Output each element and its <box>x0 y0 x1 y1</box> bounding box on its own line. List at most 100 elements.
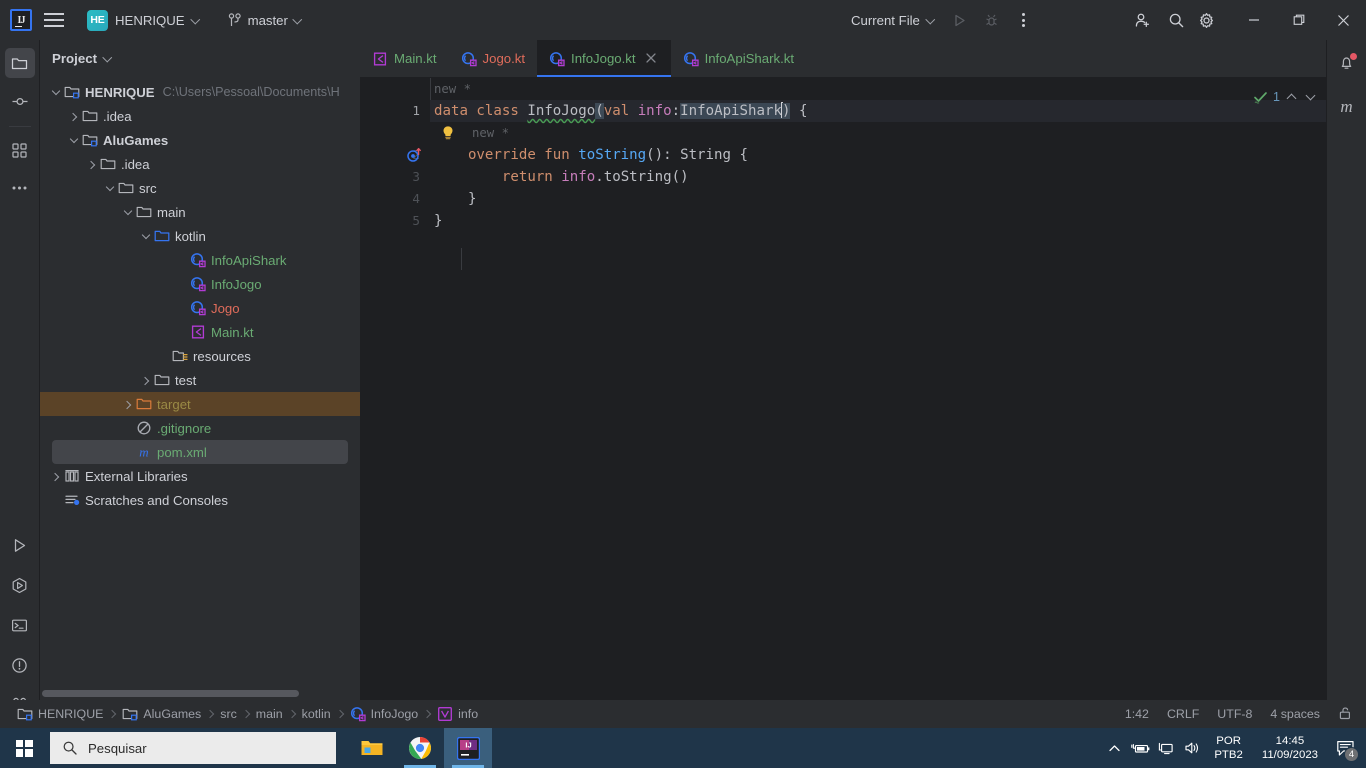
taskbar-search-box[interactable]: Pesquisar <box>50 732 336 764</box>
inspection-count-label: 1 <box>1273 90 1280 104</box>
minimize-button[interactable] <box>1231 0 1276 40</box>
tool-window-services[interactable] <box>5 570 35 600</box>
code-line-2[interactable]: override fun toString(): String { <box>430 144 1366 166</box>
project-tree-item-idea[interactable]: .idea <box>40 152 360 176</box>
project-tree-item-infoapishark[interactable]: InfoApiShark <box>40 248 360 272</box>
editor-tab-jogo-kt[interactable]: Jogo.kt <box>449 40 538 77</box>
chevron-right-icon[interactable] <box>68 109 82 123</box>
project-widget[interactable]: HE HENRIQUE <box>80 7 207 33</box>
breadcrumb-item-label: HENRIQUE <box>38 707 104 721</box>
tool-window-bookmarks[interactable] <box>5 135 35 165</box>
breadcrumb-item-henrique[interactable]: HENRIQUE <box>12 706 108 722</box>
project-tree-item-src[interactable]: src <box>40 176 360 200</box>
project-tree-item-main[interactable]: main <box>40 200 360 224</box>
main-menu-icon[interactable] <box>44 13 64 27</box>
project-tree-item-infojogo[interactable]: InfoJogo <box>40 272 360 296</box>
taskbar-file-explorer[interactable] <box>348 728 396 768</box>
start-button[interactable] <box>0 728 48 768</box>
overriding-method-icon[interactable] <box>406 147 422 163</box>
notifications-button[interactable] <box>1332 48 1362 78</box>
project-tree-item-pom-xml[interactable]: m pom.xml <box>52 440 348 464</box>
project-tree-item-resources[interactable]: resources <box>40 344 360 368</box>
taskbar-google-chrome[interactable] <box>396 728 444 768</box>
show-hidden-icons-button[interactable] <box>1101 728 1127 768</box>
breadcrumb-item-infojogo[interactable]: InfoJogo <box>345 706 424 722</box>
breadcrumb-item-alugames[interactable]: AluGames <box>117 706 206 722</box>
chevron-right-icon[interactable] <box>50 469 64 483</box>
editor-gutter[interactable]: 1 2 3 4 5 <box>360 78 430 728</box>
chevron-down-icon[interactable] <box>140 229 154 243</box>
close-button[interactable] <box>1321 0 1366 40</box>
project-tree-item-henrique[interactable]: HENRIQUE C:\Users\Pessoal\Documents\H <box>40 80 360 104</box>
tool-window-project[interactable] <box>4 48 35 78</box>
project-tree-item-test[interactable]: test <box>40 368 360 392</box>
indent-widget[interactable]: 4 spaces <box>1270 707 1320 721</box>
git-branch-widget[interactable]: master <box>221 7 309 33</box>
chevron-down-icon[interactable] <box>68 133 82 147</box>
line-separator-widget[interactable]: CRLF <box>1167 707 1199 721</box>
chevron-right-icon[interactable] <box>86 157 100 171</box>
chevron-right-icon[interactable] <box>122 397 136 411</box>
run-configuration-selector[interactable]: Current File <box>843 7 943 33</box>
code-text[interactable]: data class InfoJogo(val info:InfoApiShar… <box>430 78 1366 728</box>
breadcrumb-item-main[interactable]: main <box>251 707 288 721</box>
taskbar-intellij-idea[interactable]: IJ <box>444 728 492 768</box>
network-status-button[interactable] <box>1153 728 1179 768</box>
project-tree-horizontal-scrollbar[interactable] <box>42 690 299 697</box>
project-tree-item-kotlin[interactable]: kotlin <box>40 224 360 248</box>
run-button[interactable] <box>945 5 975 35</box>
editor-tab-infoapishark-kt[interactable]: InfoApiShark.kt <box>671 40 806 77</box>
chevron-down-icon[interactable] <box>1304 90 1318 104</box>
tool-window-run[interactable] <box>5 530 35 560</box>
project-tree-item-gitignore[interactable]: .gitignore <box>40 416 360 440</box>
tool-window-terminal[interactable] <box>5 610 35 640</box>
chevron-right-icon[interactable] <box>140 373 154 387</box>
breadcrumb-item-info[interactable]: info <box>432 706 483 722</box>
search-everywhere-button[interactable] <box>1161 5 1191 35</box>
chevron-down-icon[interactable] <box>50 85 64 99</box>
language-indicator[interactable]: POR PTB2 <box>1205 728 1252 768</box>
action-center-button[interactable]: 4 <box>1328 728 1362 768</box>
code-token: ( <box>595 103 604 119</box>
read-only-toggle[interactable] <box>1338 706 1352 723</box>
code-editor[interactable]: new * 1 2 3 4 5 data class InfoJogo(val … <box>360 78 1366 728</box>
project-tree-item-external-libraries[interactable]: External Libraries <box>40 464 360 488</box>
project-tree-item-jogo[interactable]: Jogo <box>40 296 360 320</box>
maximize-button[interactable] <box>1276 0 1321 40</box>
chevron-up-icon[interactable] <box>1285 90 1299 104</box>
settings-button[interactable] <box>1191 5 1221 35</box>
volume-button[interactable] <box>1179 728 1205 768</box>
breadcrumb-item-src[interactable]: src <box>215 707 242 721</box>
editor-tab-main-kt[interactable]: Main.kt <box>360 40 449 77</box>
breadcrumb-item-kotlin[interactable]: kotlin <box>297 707 336 721</box>
project-panel-header[interactable]: Project <box>40 40 360 76</box>
code-line-4[interactable]: } <box>430 188 1366 210</box>
project-tree-item-target[interactable]: target <box>40 392 360 416</box>
editor-tab-bar: Main.kt Jogo.kt InfoJogo.kt InfoApiShark.kt <box>360 40 1366 78</box>
encoding-widget[interactable]: UTF-8 <box>1217 707 1252 721</box>
editor-tab-close-icon[interactable] <box>645 52 659 66</box>
project-tree-item-main-kt[interactable]: Main.kt <box>40 320 360 344</box>
inspections-widget[interactable]: 1 <box>1253 86 1318 108</box>
debug-button[interactable] <box>977 5 1007 35</box>
code-with-me-button[interactable] <box>1127 5 1157 35</box>
project-tree-item-idea[interactable]: .idea <box>40 104 360 128</box>
tool-window-maven[interactable]: m <box>1332 94 1362 120</box>
more-tool-windows-button[interactable] <box>5 173 35 203</box>
chevron-down-icon[interactable] <box>104 181 118 195</box>
more-run-options-button[interactable] <box>1009 5 1039 35</box>
tool-window-problems[interactable] <box>5 650 35 680</box>
code-line-1[interactable]: data class InfoJogo(val info:InfoApiShar… <box>430 100 1366 122</box>
lightbulb-intention-icon[interactable] <box>440 125 456 141</box>
intention-hint-row[interactable]: new * <box>430 122 1366 144</box>
caret-position-widget[interactable]: 1:42 <box>1125 707 1149 721</box>
code-line-5[interactable]: } <box>430 210 1366 232</box>
code-line-3[interactable]: return info.toString() <box>430 166 1366 188</box>
clock-widget[interactable]: 14:45 11/09/2023 <box>1252 728 1328 768</box>
project-tree-item-alugames[interactable]: AluGames <box>40 128 360 152</box>
project-tree-item-scratches-and-consoles[interactable]: Scratches and Consoles <box>40 488 360 512</box>
chevron-down-icon[interactable] <box>122 205 136 219</box>
tool-window-commit[interactable] <box>5 86 35 116</box>
battery-status-button[interactable] <box>1127 728 1153 768</box>
editor-tab-infojogo-kt[interactable]: InfoJogo.kt <box>537 40 671 77</box>
